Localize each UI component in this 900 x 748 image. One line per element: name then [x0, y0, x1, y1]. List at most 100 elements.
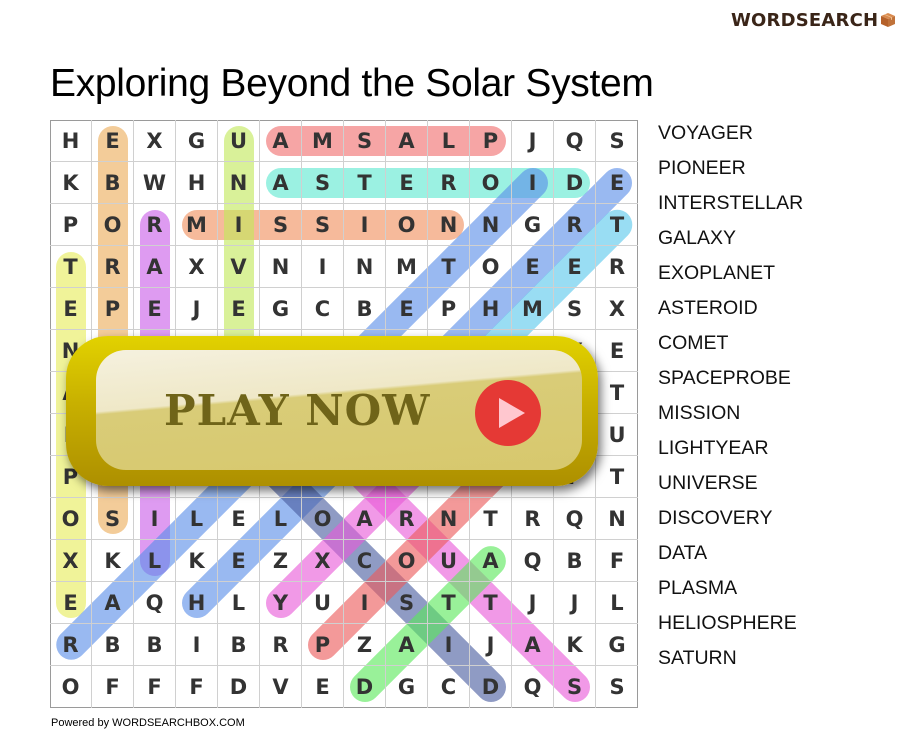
grid-cell[interactable]: Q [134, 582, 176, 624]
grid-cell[interactable]: D [554, 162, 596, 204]
grid-cell[interactable]: P [470, 120, 512, 162]
grid-cell[interactable]: S [554, 288, 596, 330]
grid-cell[interactable]: F [596, 540, 638, 582]
grid-cell[interactable]: E [386, 288, 428, 330]
grid-cell[interactable]: A [260, 162, 302, 204]
grid-cell[interactable]: Q [554, 498, 596, 540]
grid-cell[interactable]: O [470, 246, 512, 288]
grid-cell[interactable]: C [428, 666, 470, 708]
grid-cell[interactable]: H [470, 288, 512, 330]
grid-cell[interactable]: X [176, 246, 218, 288]
grid-cell[interactable]: S [92, 498, 134, 540]
grid-cell[interactable]: Q [512, 540, 554, 582]
grid-cell[interactable]: S [596, 120, 638, 162]
grid-cell[interactable]: H [176, 162, 218, 204]
grid-cell[interactable]: A [260, 120, 302, 162]
grid-cell[interactable]: F [92, 666, 134, 708]
grid-cell[interactable]: O [386, 204, 428, 246]
grid-cell[interactable]: W [134, 162, 176, 204]
grid-cell[interactable]: G [260, 288, 302, 330]
grid-cell[interactable]: P [92, 288, 134, 330]
grid-cell[interactable]: E [386, 162, 428, 204]
grid-cell[interactable]: K [176, 540, 218, 582]
grid-cell[interactable]: H [176, 582, 218, 624]
grid-cell[interactable]: V [218, 246, 260, 288]
grid-cell[interactable]: E [50, 288, 92, 330]
grid-cell[interactable]: C [344, 540, 386, 582]
grid-cell[interactable]: O [92, 204, 134, 246]
grid-cell[interactable]: U [302, 582, 344, 624]
grid-cell[interactable]: B [554, 540, 596, 582]
grid-cell[interactable]: I [302, 246, 344, 288]
grid-cell[interactable]: S [302, 204, 344, 246]
grid-cell[interactable]: L [596, 582, 638, 624]
grid-cell[interactable]: B [92, 624, 134, 666]
grid-cell[interactable]: G [596, 624, 638, 666]
grid-cell[interactable]: N [428, 204, 470, 246]
grid-cell[interactable]: R [554, 204, 596, 246]
grid-cell[interactable]: T [470, 582, 512, 624]
grid-cell[interactable]: E [596, 330, 638, 372]
grid-cell[interactable]: I [428, 624, 470, 666]
grid-cell[interactable]: P [50, 204, 92, 246]
grid-cell[interactable]: E [218, 288, 260, 330]
grid-cell[interactable]: T [428, 246, 470, 288]
grid-cell[interactable]: A [92, 582, 134, 624]
grid-cell[interactable]: Q [554, 120, 596, 162]
grid-cell[interactable]: C [302, 288, 344, 330]
grid-cell[interactable]: R [512, 498, 554, 540]
grid-cell[interactable]: K [92, 540, 134, 582]
grid-cell[interactable]: L [428, 120, 470, 162]
grid-cell[interactable]: A [470, 540, 512, 582]
grid-cell[interactable]: S [554, 666, 596, 708]
grid-cell[interactable]: O [302, 498, 344, 540]
grid-cell[interactable]: X [596, 288, 638, 330]
grid-cell[interactable]: R [50, 624, 92, 666]
grid-cell[interactable]: L [134, 540, 176, 582]
grid-cell[interactable]: R [596, 246, 638, 288]
grid-cell[interactable]: T [596, 372, 638, 414]
grid-cell[interactable]: I [134, 498, 176, 540]
grid-cell[interactable]: E [596, 162, 638, 204]
grid-cell[interactable]: A [386, 624, 428, 666]
grid-cell[interactable]: Z [260, 540, 302, 582]
grid-cell[interactable]: B [344, 288, 386, 330]
grid-cell[interactable]: P [302, 624, 344, 666]
grid-cell[interactable]: S [386, 582, 428, 624]
grid-cell[interactable]: R [92, 246, 134, 288]
grid-cell[interactable]: J [470, 624, 512, 666]
grid-cell[interactable]: V [260, 666, 302, 708]
grid-cell[interactable]: G [386, 666, 428, 708]
grid-cell[interactable]: Z [344, 624, 386, 666]
grid-cell[interactable]: O [50, 666, 92, 708]
grid-cell[interactable]: N [428, 498, 470, 540]
grid-cell[interactable]: B [92, 162, 134, 204]
grid-cell[interactable]: N [470, 204, 512, 246]
play-now-button[interactable]: PLAY NOW [66, 336, 598, 486]
grid-cell[interactable]: F [134, 666, 176, 708]
grid-cell[interactable]: J [554, 582, 596, 624]
grid-cell[interactable]: I [344, 582, 386, 624]
grid-cell[interactable]: T [596, 204, 638, 246]
grid-cell[interactable]: J [512, 582, 554, 624]
grid-cell[interactable]: T [428, 582, 470, 624]
grid-cell[interactable]: M [512, 288, 554, 330]
grid-cell[interactable]: I [344, 204, 386, 246]
grid-cell[interactable]: G [512, 204, 554, 246]
grid-cell[interactable]: X [302, 540, 344, 582]
grid-cell[interactable]: T [50, 246, 92, 288]
grid-cell[interactable]: D [218, 666, 260, 708]
grid-cell[interactable]: A [134, 246, 176, 288]
grid-cell[interactable]: S [302, 162, 344, 204]
grid-cell[interactable]: I [176, 624, 218, 666]
grid-cell[interactable]: A [512, 624, 554, 666]
grid-cell[interactable]: E [218, 540, 260, 582]
grid-cell[interactable]: O [50, 498, 92, 540]
grid-cell[interactable]: X [50, 540, 92, 582]
grid-cell[interactable]: R [386, 498, 428, 540]
grid-cell[interactable]: K [554, 624, 596, 666]
grid-cell[interactable]: D [344, 666, 386, 708]
grid-cell[interactable]: M [302, 120, 344, 162]
grid-cell[interactable]: S [260, 204, 302, 246]
grid-cell[interactable]: N [218, 162, 260, 204]
